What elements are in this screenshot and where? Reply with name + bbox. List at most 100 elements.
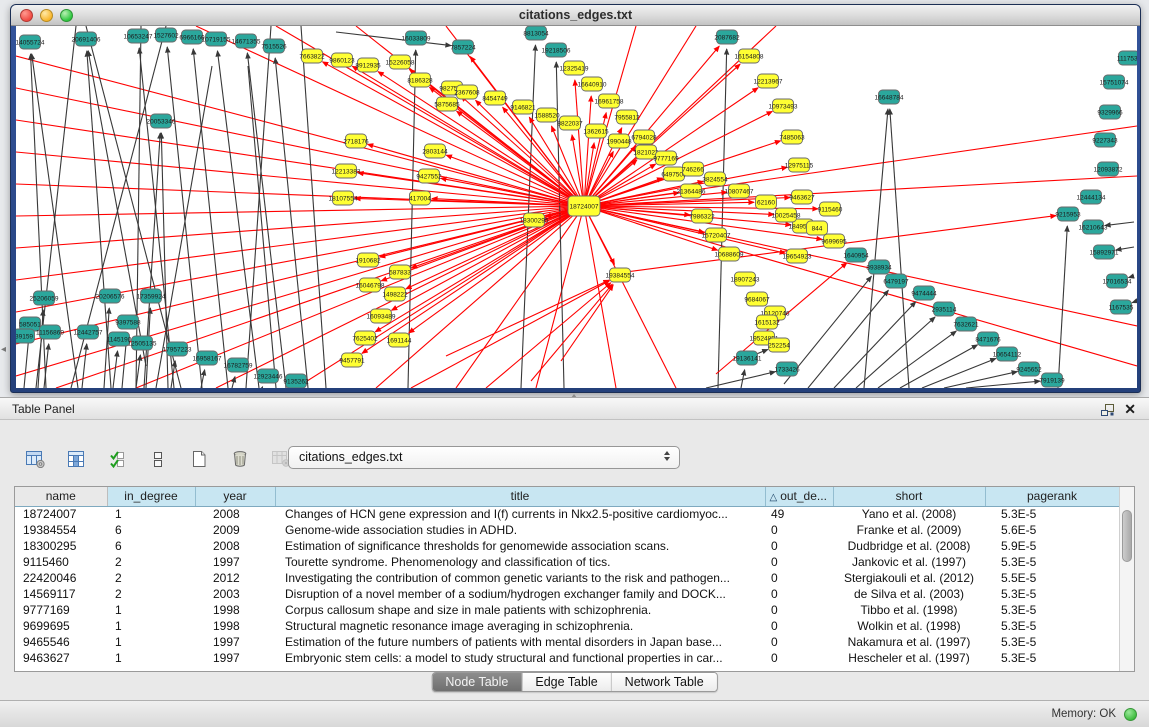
- graph-node[interactable]: 7625402: [352, 331, 378, 345]
- graph-node[interactable]: 62160: [756, 195, 777, 209]
- graph-node[interactable]: 1691144: [387, 333, 412, 347]
- graph-node[interactable]: 8813054: [523, 26, 549, 40]
- tab-node-table[interactable]: Node Table: [432, 673, 521, 691]
- cell-title[interactable]: Estimation of significance thresholds fo…: [275, 538, 765, 554]
- cell-pr[interactable]: 5.5E-5: [985, 570, 1119, 586]
- graph-node[interactable]: 9227343: [1092, 133, 1118, 147]
- table-row[interactable]: 946554611997Estimation of the future num…: [15, 634, 1119, 650]
- graph-node[interactable]: 746266: [682, 162, 704, 176]
- graph-node[interactable]: 10653247: [124, 29, 153, 43]
- graph-node[interactable]: 6479197: [883, 274, 909, 288]
- graph-node[interactable]: 1362615: [583, 124, 609, 138]
- citation-edge-red[interactable]: [561, 285, 613, 361]
- citation-edge-black[interactable]: [248, 66, 276, 388]
- graph-node[interactable]: 9135262: [283, 374, 309, 388]
- cell-short[interactable]: Nakamura et al. (1997): [833, 634, 985, 650]
- close-panel-icon[interactable]: ✕: [1124, 400, 1136, 419]
- cell-title[interactable]: Structural magnetic resonance image aver…: [275, 618, 765, 634]
- citation-edge-red[interactable]: [531, 284, 612, 381]
- graph-node[interactable]: 16033809: [402, 31, 431, 45]
- table-row[interactable]: 946362711997Embryonic stem cells: a mode…: [15, 650, 1119, 666]
- cell-name[interactable]: 9463627: [15, 650, 107, 666]
- zoom-window-button[interactable]: [60, 9, 73, 22]
- graph-node[interactable]: 15751074: [1100, 75, 1129, 89]
- graph-node[interactable]: 9457791: [339, 353, 365, 367]
- citation-edge-black[interactable]: [24, 336, 29, 388]
- network-graph[interactable]: 1405572420691406106532471527602696616010…: [16, 26, 1137, 388]
- cell-year[interactable]: 1998: [195, 602, 275, 618]
- network-window-titlebar[interactable]: citations_edges.txt: [11, 5, 1140, 26]
- graph-node[interactable]: 9474444: [911, 286, 937, 300]
- cell-short[interactable]: Yano et al. (2008): [833, 506, 985, 522]
- graph-node[interactable]: 1910682: [355, 253, 381, 267]
- graph-node[interactable]: 15720407: [702, 228, 731, 242]
- cell-indeg[interactable]: 1: [107, 506, 195, 522]
- graph-node[interactable]: 9860123: [329, 53, 355, 67]
- citation-edge-red[interactable]: [16, 206, 584, 216]
- cell-short[interactable]: Wolkin et al. (1998): [833, 618, 985, 634]
- graph-node[interactable]: 1167535: [1109, 300, 1134, 314]
- cell-short[interactable]: Stergiakouli et al. (2012): [833, 570, 985, 586]
- cell-name[interactable]: 18300295: [15, 538, 107, 554]
- graph-node[interactable]: 8454749: [482, 91, 508, 105]
- table-row[interactable]: 977716911998Corpus callosum shape and si…: [15, 602, 1119, 618]
- graph-node[interactable]: 7515526: [261, 39, 287, 53]
- cell-out[interactable]: 0: [765, 650, 833, 666]
- graph-node[interactable]: 20053346: [147, 114, 176, 128]
- graph-node[interactable]: 417004: [409, 191, 431, 205]
- graph-node[interactable]: 9397588: [115, 315, 141, 329]
- graph-node[interactable]: 1588520: [534, 108, 560, 122]
- cell-title[interactable]: Disruption of a novel member of a sodium…: [275, 586, 765, 602]
- cell-out[interactable]: 0: [765, 586, 833, 602]
- graph-node[interactable]: 844: [807, 221, 828, 235]
- graph-node[interactable]: 7919139: [1039, 373, 1065, 387]
- graph-node[interactable]: 9684067: [744, 292, 770, 306]
- graph-node[interactable]: 12093872: [1094, 162, 1123, 176]
- cell-short[interactable]: Hescheler et al. (1997): [833, 650, 985, 666]
- cell-out[interactable]: 0: [765, 570, 833, 586]
- graph-node[interactable]: 2367608: [454, 85, 480, 99]
- cell-short[interactable]: Tibbo et al. (1998): [833, 602, 985, 618]
- table-source-dropdown[interactable]: citations_edges.txt: [288, 446, 680, 469]
- table-scrollbar-thumb[interactable]: [1122, 510, 1132, 562]
- citation-edge-black[interactable]: [1105, 222, 1134, 226]
- citation-edge-red[interactable]: [392, 206, 584, 310]
- graph-node[interactable]: 16046798: [356, 278, 385, 292]
- tab-edge-table[interactable]: Edge Table: [521, 673, 610, 691]
- graph-node[interactable]: 20206576: [96, 289, 125, 303]
- graph-node[interactable]: 2087682: [714, 30, 740, 44]
- cell-indeg[interactable]: 1: [107, 634, 195, 650]
- row-height-icon[interactable]: [145, 446, 171, 472]
- cell-indeg[interactable]: 1: [107, 618, 195, 634]
- graph-node[interactable]: 15892971: [1090, 245, 1119, 259]
- graph-node[interactable]: 10654112: [993, 347, 1022, 361]
- graph-node[interactable]: 21364486: [677, 184, 706, 198]
- graph-node[interactable]: 19384554: [606, 268, 635, 282]
- table-row[interactable]: 1456911722003Disruption of a novel membe…: [15, 586, 1119, 602]
- cell-pr[interactable]: 5.3E-5: [985, 650, 1119, 666]
- minimize-window-button[interactable]: [40, 9, 53, 22]
- citation-edge-black[interactable]: [336, 32, 451, 46]
- graph-node[interactable]: 7632621: [953, 317, 979, 331]
- citation-edge-black[interactable]: [944, 372, 1017, 388]
- graph-node[interactable]: 9699695: [821, 234, 847, 248]
- table-row[interactable]: 1938455462009Genome-wide association stu…: [15, 522, 1119, 538]
- cell-pr[interactable]: 5.3E-5: [985, 554, 1119, 570]
- cell-name[interactable]: 22420046: [15, 570, 107, 586]
- graph-node[interactable]: 1640954: [843, 248, 869, 262]
- cell-pr[interactable]: 5.3E-5: [985, 586, 1119, 602]
- cell-pr[interactable]: 5.3E-5: [985, 634, 1119, 650]
- cell-name[interactable]: 9699695: [15, 618, 107, 634]
- graph-node[interactable]: 12505135: [128, 336, 157, 350]
- cell-title[interactable]: Genome-wide association studies in ADHD.: [275, 522, 765, 538]
- citation-edge-red[interactable]: [16, 152, 584, 206]
- new-table-icon[interactable]: [186, 446, 212, 472]
- citation-edge-red[interactable]: [16, 206, 584, 280]
- cell-title[interactable]: Changes of HCN gene expression and I(f) …: [275, 506, 765, 522]
- cell-pr[interactable]: 5.3E-5: [985, 618, 1119, 634]
- graph-node[interactable]: 16958167: [193, 351, 222, 365]
- graph-node[interactable]: 17359924: [137, 289, 166, 303]
- cell-out[interactable]: 0: [765, 522, 833, 538]
- citation-edge-black[interactable]: [113, 351, 118, 388]
- graph-node[interactable]: 9777169: [653, 151, 679, 165]
